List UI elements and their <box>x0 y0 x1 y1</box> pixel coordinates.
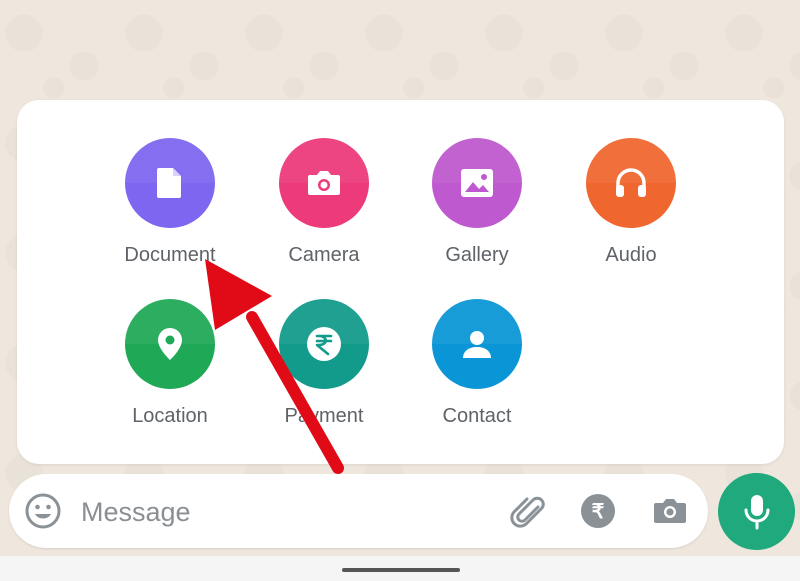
paperclip-icon[interactable] <box>507 491 547 531</box>
attach-document-label: Document <box>124 244 216 266</box>
headphones-icon <box>586 138 676 228</box>
mic-button[interactable] <box>718 473 795 550</box>
attach-location-label: Location <box>132 405 208 427</box>
message-composer: ₹ <box>9 474 708 548</box>
home-gesture-handle[interactable] <box>342 568 460 572</box>
attach-gallery-button[interactable]: Gallery <box>407 138 547 288</box>
attach-contact-label: Contact <box>442 405 512 427</box>
person-icon <box>432 299 522 389</box>
attach-audio-label: Audio <box>605 244 657 266</box>
attach-payment-label: Payment <box>284 405 364 427</box>
attach-document-button[interactable]: Document <box>100 138 240 288</box>
location-pin-icon <box>125 299 215 389</box>
attach-contact-button[interactable]: Contact <box>407 299 547 449</box>
system-navigation-bar <box>0 556 800 581</box>
message-input[interactable] <box>79 490 483 534</box>
emoji-icon[interactable] <box>25 493 61 529</box>
attach-camera-label: Camera <box>288 244 360 266</box>
document-icon <box>125 138 215 228</box>
camera-icon[interactable] <box>650 491 690 531</box>
microphone-icon <box>744 494 769 529</box>
camera-icon <box>279 138 369 228</box>
rupee-symbol: ₹ <box>591 500 605 523</box>
payment-rupee-icon[interactable]: ₹ <box>581 494 615 528</box>
attach-location-button[interactable]: Location <box>100 299 240 449</box>
attachment-menu: Document Camera Gallery Audio Location P… <box>17 100 784 464</box>
attach-camera-button[interactable]: Camera <box>254 138 394 288</box>
attach-gallery-label: Gallery <box>445 244 509 266</box>
rupee-icon <box>279 299 369 389</box>
attach-audio-button[interactable]: Audio <box>561 138 701 288</box>
gallery-icon <box>432 138 522 228</box>
attach-payment-button[interactable]: Payment <box>254 299 394 449</box>
